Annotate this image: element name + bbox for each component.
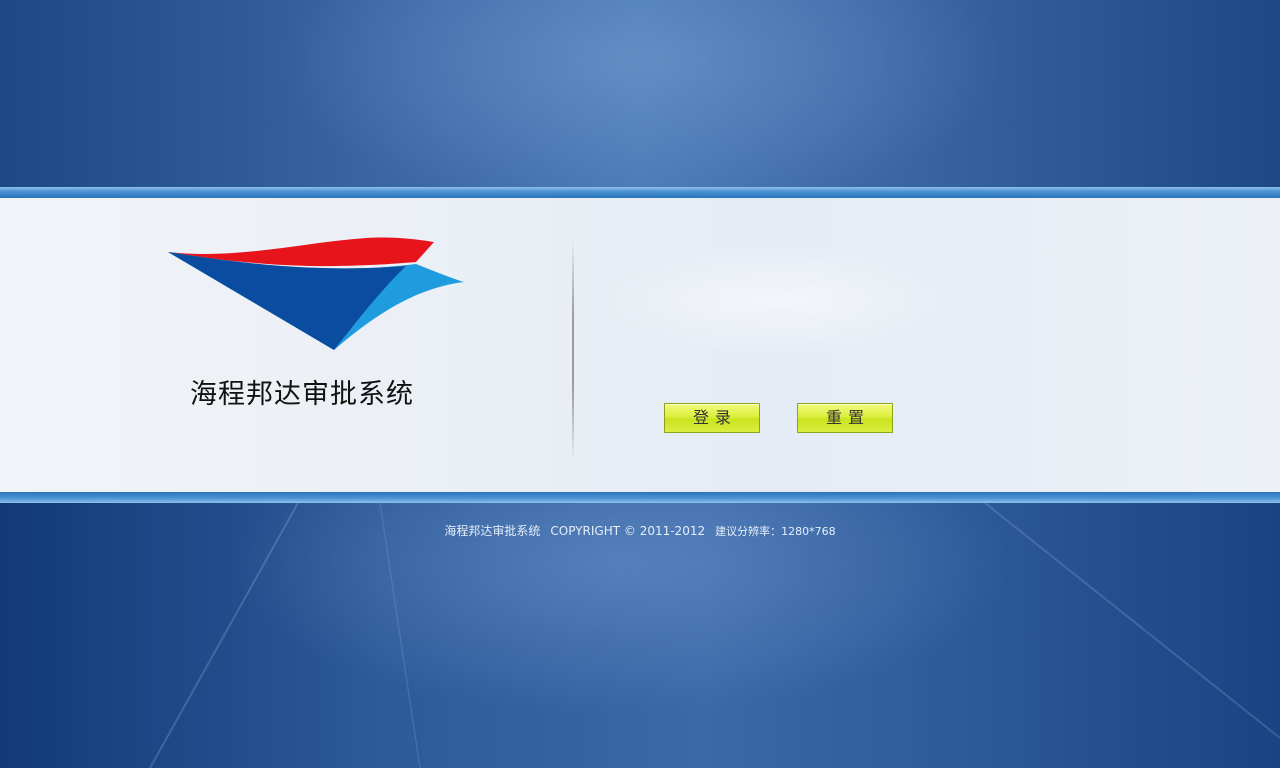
vertical-divider: [572, 240, 574, 462]
band-bottom-border: [0, 492, 1280, 503]
footer: 海程邦达审批系统 COPYRIGHT © 2011-2012 建议分辨率：1280*…: [0, 522, 1280, 539]
login-button[interactable]: 登录: [664, 403, 760, 433]
band-top-border: [0, 187, 1280, 198]
background-decor-lines: [149, 503, 1280, 768]
login-form-area: [596, 240, 976, 390]
footer-system-name: 海程邦达审批系统: [444, 524, 541, 538]
reset-button[interactable]: 重置: [797, 403, 893, 433]
top-background: [0, 0, 1280, 188]
login-page: 海程邦达审批系统 登录 重置 海程邦达审批系统 COPYRIGHT © 2011-…: [0, 0, 1280, 768]
system-title: 海程邦达审批系统: [190, 379, 414, 410]
footer-resolution: 建议分辨率：1280*768: [715, 525, 836, 538]
footer-copyright: COPYRIGHT © 2011-2012: [550, 524, 706, 538]
wing-logo-icon: [168, 237, 464, 350]
